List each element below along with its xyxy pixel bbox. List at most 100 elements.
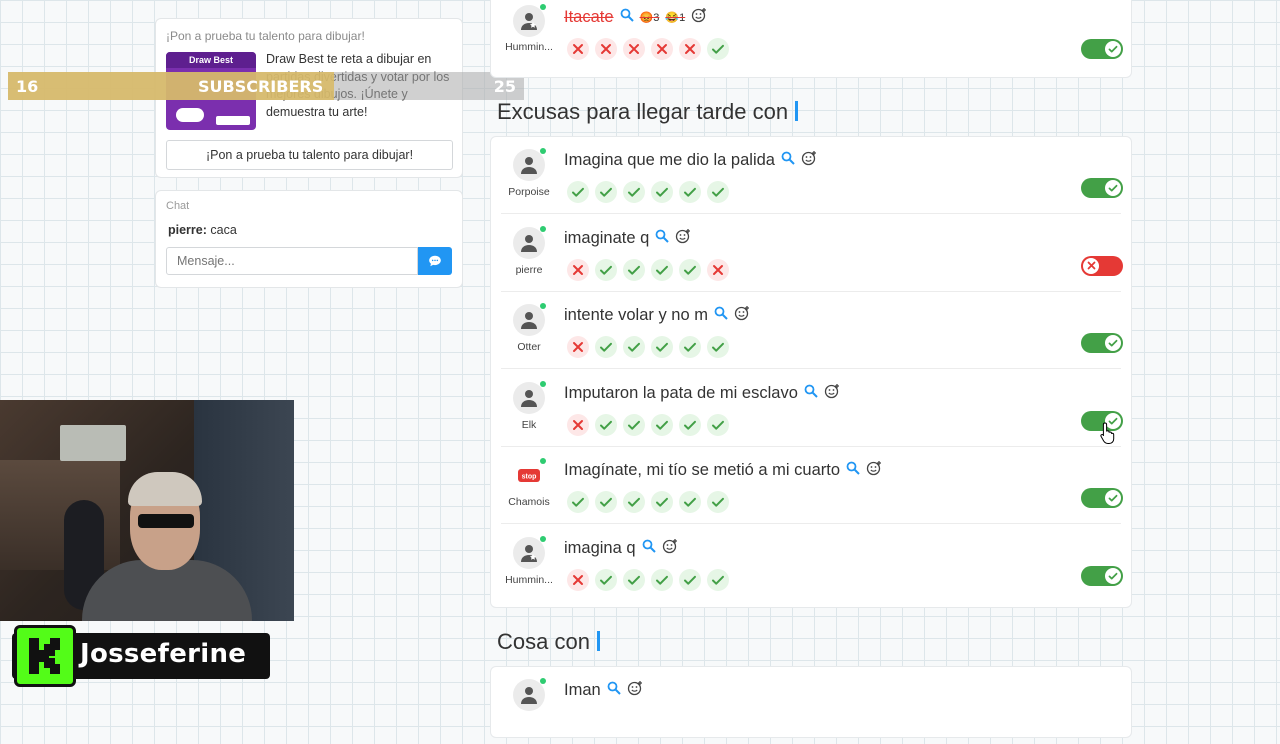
vote-list: [567, 336, 729, 358]
online-indicator: [540, 148, 546, 154]
check-icon: [567, 181, 589, 203]
online-indicator: [540, 535, 546, 542]
check-icon: [1105, 335, 1121, 351]
check-icon: [679, 258, 701, 281]
answer-row: Hummin... imagina q: [491, 525, 1131, 602]
chat-message-text: caca: [210, 223, 237, 237]
answer-row: Elk Imputaron la pata de mi esclavo: [491, 370, 1131, 447]
cross-icon: [567, 413, 589, 436]
add-reaction-icon[interactable]: [801, 150, 817, 171]
vote-list: [567, 258, 729, 281]
add-reaction-icon[interactable]: [824, 383, 840, 404]
vote-list: [567, 38, 729, 60]
answer-text: imaginate q: [564, 228, 691, 249]
answer-row: stop Chamois Imagínate, mi tío se metió a …: [491, 447, 1131, 524]
add-reaction-icon[interactable]: [691, 7, 707, 28]
chat-input[interactable]: [166, 247, 418, 275]
chat-panel: Chat pierre: caca: [155, 190, 463, 288]
check-icon: [595, 413, 617, 436]
webcam-person-cap: [128, 472, 202, 506]
check-icon: [623, 258, 645, 281]
accept-toggle[interactable]: [1081, 39, 1123, 59]
check-icon: [623, 491, 645, 513]
answer-text: intente volar y no m: [564, 305, 750, 326]
check-icon: [679, 336, 701, 358]
add-reaction-icon[interactable]: [675, 228, 691, 249]
check-icon: [567, 491, 589, 513]
answer-card-top: Hummin... Itacate 😡 3 😂 1: [490, 0, 1132, 78]
online-indicator: [540, 458, 546, 464]
chat-title: Chat: [166, 200, 190, 212]
subscriber-goal: 25: [493, 77, 516, 96]
accept-toggle[interactable]: [1081, 488, 1123, 508]
check-icon: [707, 491, 729, 513]
user-avatar: [513, 380, 546, 414]
accept-toggle[interactable]: [1081, 255, 1123, 276]
user-avatar: [513, 4, 546, 37]
text-cursor: [596, 631, 600, 651]
cross-icon: [623, 38, 645, 60]
check-icon: [707, 413, 729, 436]
check-icon: [1105, 490, 1121, 506]
cross-icon: [707, 258, 729, 281]
search-icon[interactable]: [781, 151, 795, 170]
add-reaction-icon[interactable]: [734, 305, 750, 326]
check-icon: [651, 568, 673, 591]
answer-label: imaginate q: [564, 228, 650, 247]
answer-label: Imputaron la pata de mi esclavo: [564, 383, 798, 402]
accept-toggle[interactable]: [1081, 178, 1123, 198]
laugh-emoji-icon: 😂: [665, 12, 680, 24]
vote-list: [567, 491, 729, 513]
vote-list: [567, 181, 729, 203]
person-star-icon: [521, 13, 537, 30]
answer-row: Iman: [491, 667, 1131, 744]
section-title: Cosa con: [497, 629, 600, 655]
accept-toggle[interactable]: [1081, 565, 1123, 586]
search-icon[interactable]: [655, 229, 670, 248]
add-reaction-icon[interactable]: [866, 460, 882, 481]
subscribers-progress-fill: 16 SUBSCRIBERS: [8, 72, 334, 100]
kick-logo-icon: [14, 625, 76, 687]
accept-toggle[interactable]: [1081, 333, 1123, 353]
promo-button[interactable]: ¡Pon a prueba tu talento para dibujar!: [166, 140, 453, 170]
section-title-text: Excusas para llegar tarde con: [497, 99, 789, 124]
cloud-icon: [176, 108, 204, 122]
check-icon: [679, 491, 701, 513]
chat-bubble-icon: [429, 255, 441, 267]
answer-label: intente volar y no m: [564, 306, 708, 324]
cross-icon: [679, 38, 701, 60]
user-avatar: [513, 148, 546, 181]
answer-row: Hummin... Itacate 😡 3 😂 1: [491, 0, 1131, 77]
check-icon: [595, 181, 617, 203]
text-cursor: [795, 101, 799, 121]
search-icon[interactable]: [642, 539, 656, 558]
search-icon[interactable]: [620, 8, 634, 27]
search-icon[interactable]: [804, 384, 818, 403]
search-icon[interactable]: [607, 681, 621, 700]
username: Otter: [517, 341, 541, 353]
check-icon: [623, 568, 645, 591]
answer-row: Otter intente volar y no m: [491, 292, 1131, 369]
reaction-count: 3: [653, 11, 660, 24]
reaction-laugh[interactable]: 😂 1: [665, 11, 685, 25]
username: Elk: [521, 418, 537, 431]
check-icon: [679, 568, 701, 591]
search-icon[interactable]: [846, 461, 860, 480]
add-reaction-icon[interactable]: [662, 538, 678, 559]
promo-badge: [216, 116, 250, 125]
answer-text: Iman: [564, 680, 643, 701]
chat-send-button[interactable]: [418, 247, 452, 275]
svg-text:stop: stop: [522, 474, 537, 481]
streamer-brand: Josseferine: [12, 625, 270, 687]
cross-icon: [567, 258, 589, 281]
check-icon: [595, 491, 617, 513]
subscribers-goal-bar: 16 SUBSCRIBERS 25: [8, 72, 524, 100]
webcam-feed: [0, 400, 294, 621]
promo-image-label: Draw Best: [166, 52, 256, 68]
search-icon[interactable]: [714, 306, 728, 325]
answer-text: Imagínate, mi tío se metió a mi cuarto: [564, 460, 882, 481]
reaction-angry[interactable]: 😡 3: [640, 11, 660, 25]
user-avatar: stop: [513, 458, 546, 491]
add-reaction-icon[interactable]: [627, 680, 643, 701]
webcam-person-glasses: [138, 514, 194, 528]
